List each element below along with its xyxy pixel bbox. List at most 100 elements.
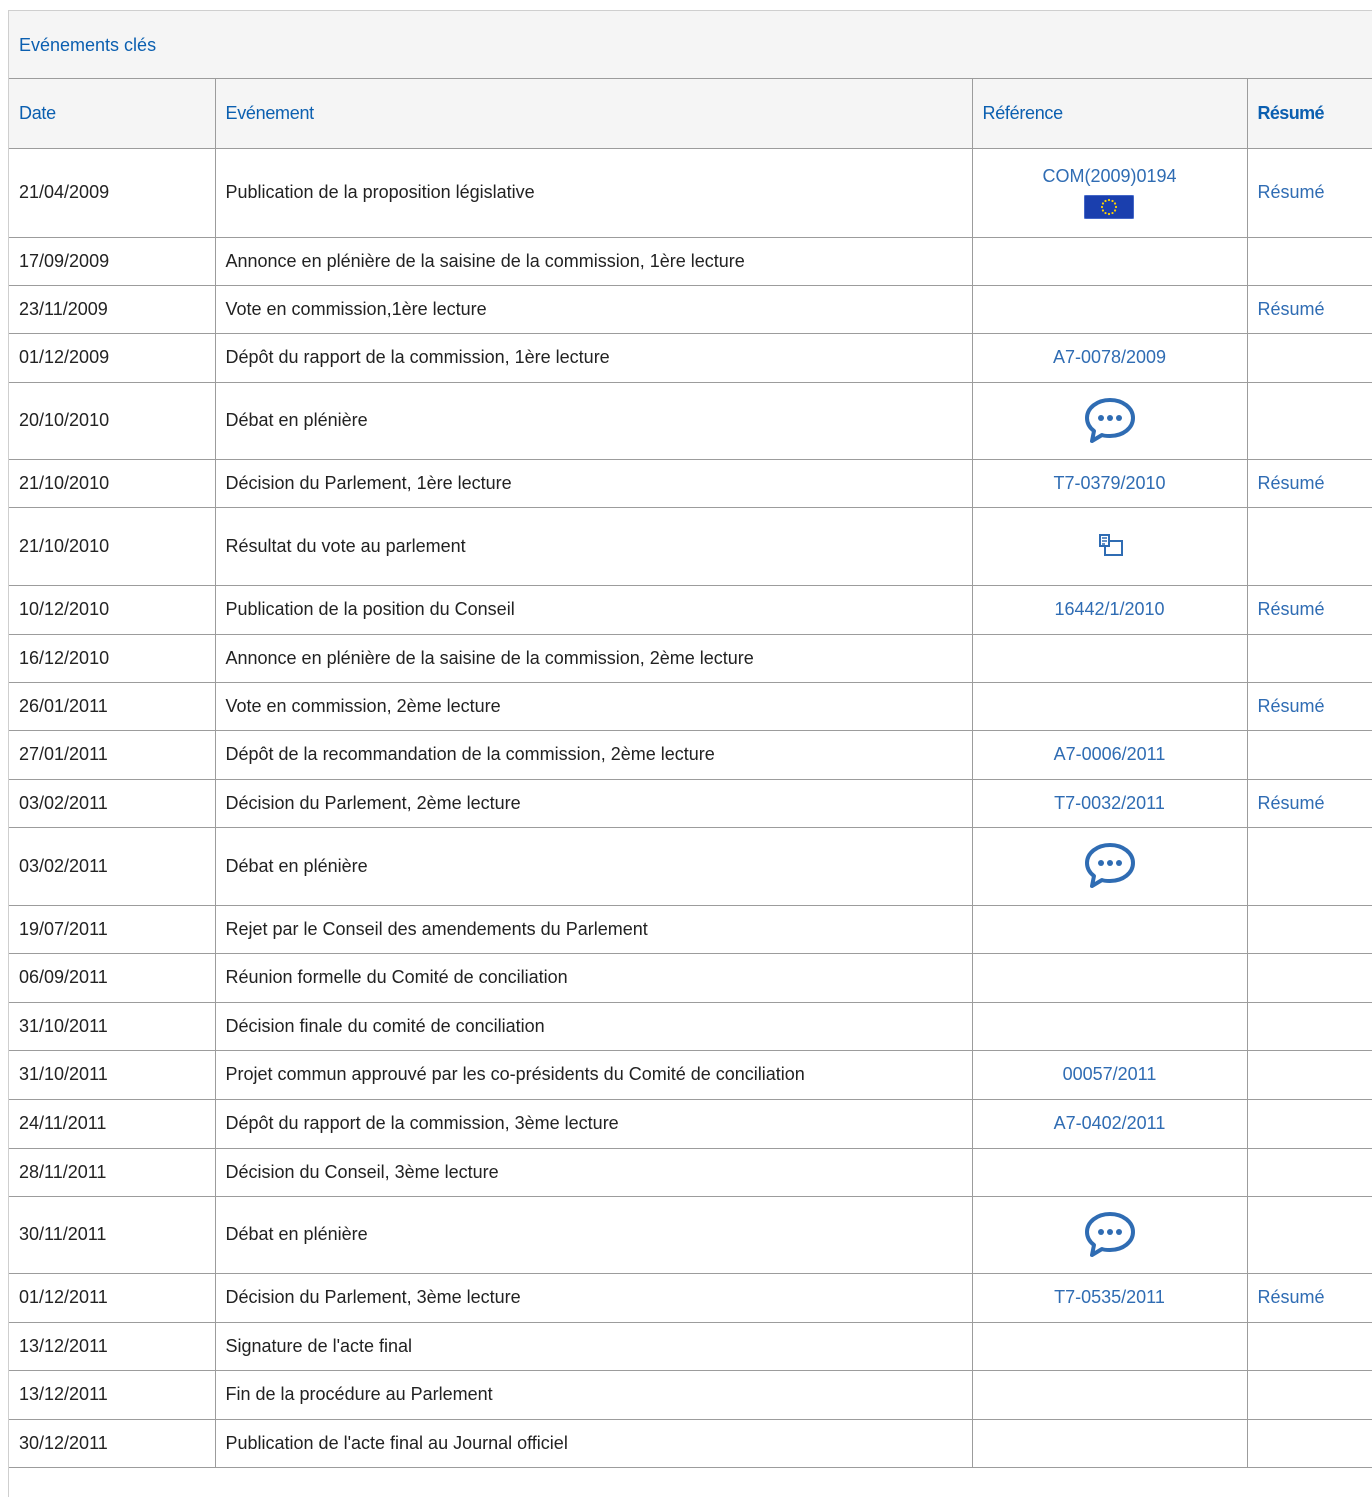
event-summary-cell	[1246, 953, 1372, 1003]
summary-link[interactable]: Résumé	[1258, 1287, 1325, 1307]
reference-stack: T7-0379/2010	[1053, 473, 1165, 494]
event-summary-cell: Résumé	[1246, 148, 1372, 238]
table-row: 31/10/2011 Décision finale du comité de c…	[9, 1002, 1372, 1051]
table-row: 28/11/2011 Décision du Conseil, 3ème lect…	[9, 1148, 1372, 1197]
event-reference-cell	[971, 682, 1247, 731]
event-description: Annonce en plénière de la saisine de la …	[214, 237, 972, 286]
chat-bubble-icon[interactable]	[1083, 841, 1137, 891]
panel-title-bar: Evénements clés	[9, 11, 1372, 79]
reference-link[interactable]: 00057/2011	[1063, 1064, 1157, 1084]
reference-stack	[1083, 1210, 1137, 1260]
table-row: 27/01/2011 Dépôt de la recommandation de …	[9, 730, 1372, 780]
column-header-summary[interactable]: Résumé	[1246, 79, 1372, 149]
reference-link[interactable]: 16442/1/2010	[1054, 599, 1164, 619]
event-description: Annonce en plénière de la saisine de la …	[214, 634, 972, 683]
event-reference-cell: A7-0402/2011	[971, 1099, 1247, 1149]
panel-title: Evénements clés	[19, 35, 157, 55]
table-row: 21/10/2010 Résultat du vote au parlement	[9, 507, 1372, 586]
eu-flag-icon[interactable]	[1084, 195, 1135, 219]
event-summary-cell: Résumé	[1246, 585, 1372, 635]
event-summary-cell	[1246, 827, 1372, 906]
event-summary-cell: Résumé	[1246, 459, 1372, 508]
reference-link[interactable]: T7-0032/2011	[1054, 793, 1165, 813]
event-reference-cell	[971, 905, 1247, 954]
event-date: 19/07/2011	[9, 905, 215, 954]
event-reference-cell	[971, 1196, 1247, 1274]
event-date: 30/11/2011	[9, 1196, 215, 1274]
event-date: 20/10/2010	[9, 382, 215, 460]
table-row: 03/02/2011 Décision du Parlement, 2ème le…	[9, 779, 1372, 828]
summary-link[interactable]: Résumé	[1258, 182, 1325, 202]
table-body: 21/04/2009 Publication de la proposition …	[9, 148, 1372, 1468]
event-reference-cell: 16442/1/2010	[971, 585, 1247, 635]
event-reference-cell	[971, 1002, 1247, 1051]
event-summary-cell	[1246, 1196, 1372, 1274]
event-date: 17/09/2009	[9, 237, 215, 286]
table-row: 21/10/2010 Décision du Parlement, 1ère le…	[9, 459, 1372, 508]
summary-link[interactable]: Résumé	[1258, 793, 1325, 813]
event-date: 21/10/2010	[9, 507, 215, 586]
event-description: Décision du Parlement, 3ème lecture	[214, 1273, 972, 1323]
table-row: 16/12/2010 Annonce en plénière de la sais…	[9, 634, 1372, 683]
summary-link[interactable]: Résumé	[1258, 599, 1325, 619]
reference-stack: T7-0032/2011	[1054, 793, 1165, 814]
summary-link[interactable]: Résumé	[1258, 299, 1325, 319]
reference-stack: A7-0402/2011	[1054, 1113, 1166, 1134]
event-date: 31/10/2011	[9, 1002, 215, 1051]
table-header-row: Date Evénement Référence Résumé	[9, 79, 1372, 149]
event-reference-cell: T7-0535/2011	[971, 1273, 1247, 1323]
chat-bubble-icon[interactable]	[1083, 396, 1137, 446]
event-description: Résultat du vote au parlement	[214, 507, 972, 586]
table-row: 13/12/2011 Signature de l'acte final	[9, 1322, 1372, 1371]
key-events-table: Date Evénement Référence Résumé 21/04/20…	[9, 79, 1372, 1468]
event-reference-cell	[971, 1322, 1247, 1371]
event-description: Dépôt de la recommandation de la commiss…	[214, 730, 972, 780]
event-reference-cell	[971, 507, 1247, 586]
event-summary-cell	[1246, 507, 1372, 586]
event-summary-cell	[1246, 1148, 1372, 1197]
column-header-event[interactable]: Evénement	[214, 79, 972, 149]
event-description: Vote en commission, 2ème lecture	[214, 682, 972, 731]
event-description: Vote en commission,1ère lecture	[214, 285, 972, 334]
event-summary-cell	[1246, 237, 1372, 286]
reference-link[interactable]: A7-0006/2011	[1054, 744, 1166, 764]
event-description: Réunion formelle du Comité de conciliati…	[214, 953, 972, 1003]
table-row: 17/09/2009 Annonce en plénière de la sais…	[9, 237, 1372, 286]
event-date: 13/12/2011	[9, 1370, 215, 1420]
event-date: 01/12/2009	[9, 333, 215, 383]
table-row: 30/11/2011 Débat en plénière	[9, 1196, 1372, 1274]
table-row: 30/12/2011 Publication de l'acte final au…	[9, 1419, 1372, 1468]
reference-link[interactable]: T7-0379/2010	[1053, 473, 1165, 493]
table-row: 31/10/2011 Projet commun approuvé par les…	[9, 1050, 1372, 1100]
column-header-reference[interactable]: Référence	[971, 79, 1247, 149]
event-date: 28/11/2011	[9, 1148, 215, 1197]
event-date: 21/04/2009	[9, 148, 215, 238]
reference-link[interactable]: A7-0078/2009	[1053, 347, 1166, 367]
event-reference-cell: T7-0032/2011	[971, 779, 1247, 828]
event-summary-cell: Résumé	[1246, 779, 1372, 828]
reference-link[interactable]: COM(2009)0194	[1042, 166, 1176, 186]
reference-link[interactable]: T7-0535/2011	[1054, 1287, 1165, 1307]
reference-stack: T7-0535/2011	[1054, 1287, 1165, 1308]
reference-link[interactable]: A7-0402/2011	[1054, 1113, 1166, 1133]
table-row: 01/12/2011 Décision du Parlement, 3ème le…	[9, 1273, 1372, 1323]
table-row: 13/12/2011 Fin de la procédure au Parleme…	[9, 1370, 1372, 1420]
table-row: 10/12/2010 Publication de la position du …	[9, 585, 1372, 635]
reference-stack	[1093, 532, 1127, 560]
vote-result-icon[interactable]	[1093, 532, 1127, 560]
column-header-date[interactable]: Date	[9, 79, 215, 149]
summary-link[interactable]: Résumé	[1258, 473, 1325, 493]
event-date: 24/11/2011	[9, 1099, 215, 1149]
event-date: 21/10/2010	[9, 459, 215, 508]
event-reference-cell	[971, 382, 1247, 460]
event-summary-cell: Résumé	[1246, 682, 1372, 731]
reference-stack: A7-0078/2009	[1053, 347, 1166, 368]
event-reference-cell: COM(2009)0194	[971, 148, 1247, 238]
chat-bubble-icon[interactable]	[1083, 1210, 1137, 1260]
event-date: 23/11/2009	[9, 285, 215, 334]
event-date: 26/01/2011	[9, 682, 215, 731]
event-summary-cell	[1246, 1370, 1372, 1420]
summary-link[interactable]: Résumé	[1258, 696, 1325, 716]
event-summary-cell	[1246, 1050, 1372, 1100]
event-reference-cell	[971, 634, 1247, 683]
